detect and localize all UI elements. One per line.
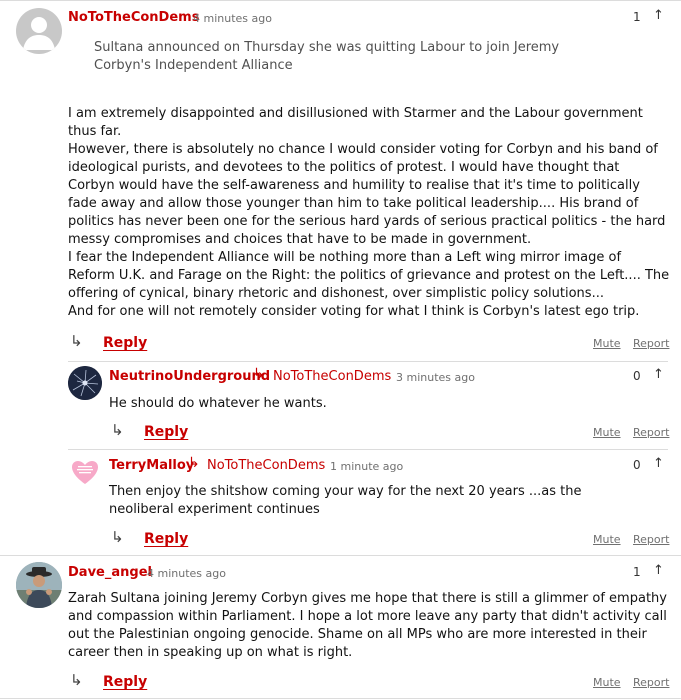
- reply-button[interactable]: Reply: [144, 424, 188, 440]
- comment-paragraph: However, there is absolutely no chance I…: [68, 142, 666, 247]
- report-button[interactable]: Report: [633, 426, 669, 439]
- username[interactable]: TerryMalloy: [109, 458, 194, 473]
- comment-paragraph: I fear the Independent Alliance will be …: [68, 250, 670, 301]
- username[interactable]: NeutrinoUnderground: [109, 369, 270, 384]
- upvote-arrow-icon[interactable]: ↑: [653, 367, 664, 382]
- reply-arrow-icon: ↳: [70, 332, 83, 350]
- mute-button[interactable]: Mute: [593, 676, 621, 689]
- avatar[interactable]: [16, 8, 62, 54]
- divider: [68, 449, 668, 450]
- timestamp[interactable]: 1 minute ago: [330, 460, 403, 473]
- reply-button[interactable]: Reply: [103, 674, 147, 690]
- username[interactable]: NoToTheConDems: [68, 10, 199, 25]
- divider: [0, 555, 681, 556]
- timestamp[interactable]: 4 minutes ago: [147, 567, 226, 580]
- recommend-count: 0: [633, 458, 641, 472]
- reply-arrow-icon: ↳: [111, 421, 124, 439]
- comment-paragraph: And for one will not remotely consider v…: [68, 304, 640, 319]
- avatar[interactable]: [68, 366, 102, 400]
- reply-arrow-icon: ↳: [111, 528, 124, 546]
- mute-button[interactable]: Mute: [593, 337, 621, 350]
- quote-text: Sultana announced on Thursday she was qu…: [94, 40, 560, 73]
- timestamp[interactable]: 3 minutes ago: [396, 371, 475, 384]
- divider: [0, 0, 681, 1]
- divider: [0, 698, 681, 699]
- comment-body: I am extremely disappointed and disillus…: [68, 105, 670, 321]
- avatar[interactable]: [16, 562, 62, 608]
- reply-button[interactable]: Reply: [103, 335, 147, 351]
- reply-to-username[interactable]: NoToTheConDems: [273, 369, 391, 384]
- reply-to-arrow-icon: ↳: [188, 455, 200, 471]
- comment-body: Zarah Sultana joining Jeremy Corbyn give…: [68, 591, 667, 660]
- recommend-count: 0: [633, 369, 641, 383]
- report-button[interactable]: Report: [633, 533, 669, 546]
- divider: [68, 361, 668, 362]
- reply-button[interactable]: Reply: [144, 531, 188, 547]
- comment-body: Then enjoy the shitshow coming your way …: [109, 484, 582, 517]
- comment-paragraph: I am extremely disappointed and disillus…: [68, 106, 643, 139]
- upvote-arrow-icon[interactable]: ↑: [653, 456, 664, 471]
- avatar[interactable]: [68, 455, 102, 489]
- reply-arrow-icon: ↳: [70, 671, 83, 689]
- mute-button[interactable]: Mute: [593, 426, 621, 439]
- report-button[interactable]: Report: [633, 337, 669, 350]
- comment-body: He should do whatever he wants.: [109, 396, 327, 411]
- username[interactable]: Dave_angel: [68, 565, 152, 580]
- timestamp[interactable]: 4 minutes ago: [193, 12, 272, 25]
- reply-to-username[interactable]: NoToTheConDems: [207, 458, 325, 473]
- mute-button[interactable]: Mute: [593, 533, 621, 546]
- report-button[interactable]: Report: [633, 676, 669, 689]
- upvote-arrow-icon[interactable]: ↑: [653, 563, 664, 578]
- recommend-count: 1: [633, 10, 641, 24]
- upvote-arrow-icon[interactable]: ↑: [653, 8, 664, 23]
- recommend-count: 1: [633, 565, 641, 579]
- reply-to-arrow-icon: ↳: [253, 366, 265, 382]
